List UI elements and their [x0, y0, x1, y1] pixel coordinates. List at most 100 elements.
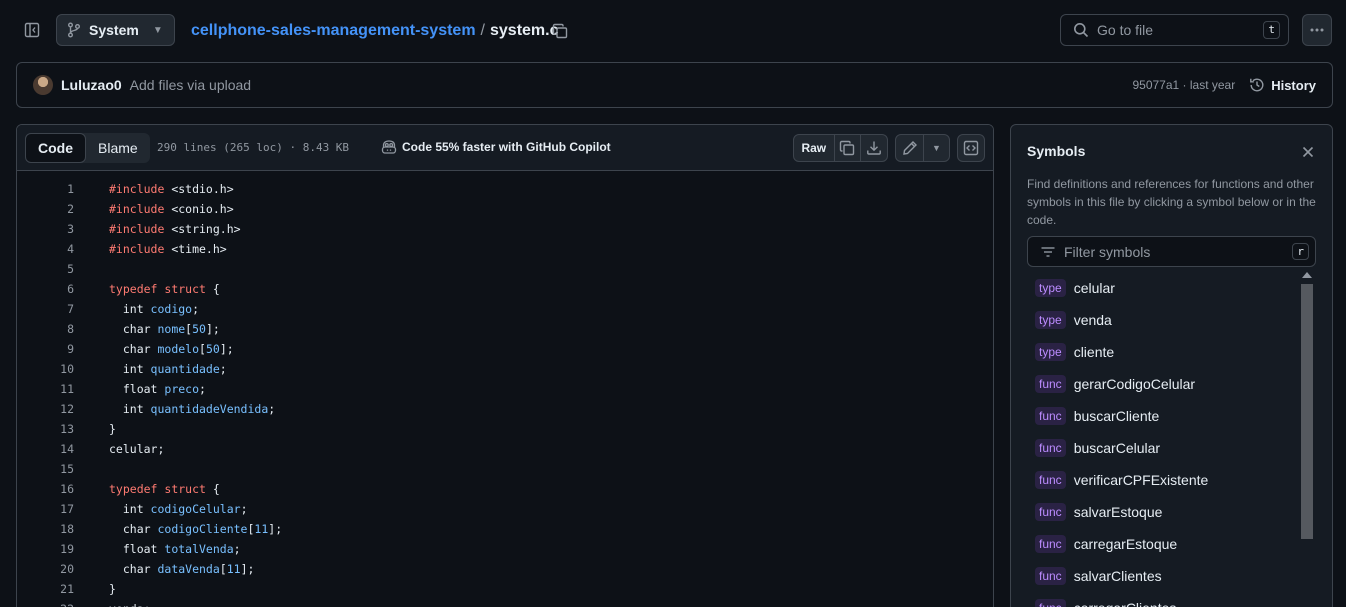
line-number[interactable]: 18: [17, 522, 74, 536]
line-number[interactable]: 12: [17, 402, 74, 416]
code-line[interactable]: 20 char dataVenda[11];: [17, 559, 993, 579]
copy-raw-button[interactable]: [833, 135, 861, 161]
code-token[interactable]: preco: [164, 382, 199, 396]
line-number[interactable]: 5: [17, 262, 74, 276]
code-token: ];: [219, 342, 234, 356]
line-number[interactable]: 6: [17, 282, 74, 296]
code-toolbar: Code Blame 290 lines (265 loc) · 8.43 KB…: [17, 125, 993, 171]
symbols-panel-toggle[interactable]: [957, 134, 985, 162]
code-line[interactable]: 8 char nome[50];: [17, 319, 993, 339]
more-options-button[interactable]: [1302, 14, 1332, 46]
line-number[interactable]: 2: [17, 202, 74, 216]
code-token: }: [109, 582, 116, 596]
line-number[interactable]: 15: [17, 462, 74, 476]
raw-button[interactable]: Raw: [794, 135, 834, 161]
code-line[interactable]: 16 typedef struct {: [17, 479, 993, 499]
avatar[interactable]: [33, 75, 53, 95]
symbol-item[interactable]: func carregarEstoque: [1027, 528, 1299, 560]
line-number[interactable]: 11: [17, 382, 74, 396]
symbol-item[interactable]: func verificarCPFExistente: [1027, 464, 1299, 496]
code-token[interactable]: codigoCelular: [151, 502, 241, 516]
code-line[interactable]: 1 #include <stdio.h>: [17, 179, 993, 199]
line-number[interactable]: 20: [17, 562, 74, 576]
commit-message-link[interactable]: Add files via upload: [130, 77, 251, 93]
code-line[interactable]: 14 celular;: [17, 439, 993, 459]
close-symbols-button[interactable]: [1297, 141, 1319, 163]
commit-hash-and-date[interactable]: 95077a1 · last year: [1132, 78, 1235, 92]
code-line[interactable]: 21}: [17, 579, 993, 599]
symbol-item[interactable]: type celular: [1027, 272, 1299, 304]
symbol-item[interactable]: func gerarCodigoCelular: [1027, 368, 1299, 400]
code-line[interactable]: 5: [17, 259, 993, 279]
code-line[interactable]: 19 float totalVenda;: [17, 539, 993, 559]
code-token[interactable]: codigoCliente: [157, 522, 247, 536]
line-number[interactable]: 1: [17, 182, 74, 196]
code-token[interactable]: quantidade: [151, 362, 220, 376]
code-line[interactable]: 2 #include <conio.h>: [17, 199, 993, 219]
copilot-promo-link[interactable]: Code 55% faster with GitHub Copilot: [381, 139, 611, 155]
symbol-item[interactable]: type cliente: [1027, 336, 1299, 368]
line-number[interactable]: 19: [17, 542, 74, 556]
line-number[interactable]: 16: [17, 482, 74, 496]
symbol-item[interactable]: type venda: [1027, 304, 1299, 336]
branch-selector-button[interactable]: System ▼: [56, 14, 175, 46]
code-token: }: [109, 422, 116, 436]
symbol-item[interactable]: func buscarCelular: [1027, 432, 1299, 464]
code-token[interactable]: dataVenda: [157, 562, 219, 576]
code-line[interactable]: 3 #include <string.h>: [17, 219, 993, 239]
go-to-file-input[interactable]: Go to file t: [1060, 14, 1289, 46]
code-line[interactable]: 17 int codigoCelular;: [17, 499, 993, 519]
code-token: ;: [192, 302, 200, 316]
line-number[interactable]: 17: [17, 502, 74, 516]
symbol-name: buscarCliente: [1073, 408, 1160, 424]
line-number[interactable]: 8: [17, 322, 74, 336]
code-token[interactable]: modelo: [157, 342, 199, 356]
line-number[interactable]: 21: [17, 582, 74, 596]
code-line[interactable]: 13}: [17, 419, 993, 439]
line-number[interactable]: 13: [17, 422, 74, 436]
code-line[interactable]: 6 typedef struct {: [17, 279, 993, 299]
code-line[interactable]: 4 #include <time.h>: [17, 239, 993, 259]
code-line[interactable]: 22 venda;: [17, 599, 993, 607]
commit-author-link[interactable]: Luluzao0: [61, 77, 122, 93]
symbols-scrollbar[interactable]: [1299, 270, 1315, 607]
symbol-item[interactable]: func carregarClientes: [1027, 592, 1299, 607]
code-token[interactable]: codigo: [151, 302, 193, 316]
symbol-item[interactable]: func buscarCliente: [1027, 400, 1299, 432]
symbol-kind-badge: func: [1035, 567, 1066, 585]
tab-blame[interactable]: Blame: [86, 133, 150, 163]
line-number[interactable]: 10: [17, 362, 74, 376]
code-line[interactable]: 10 int quantidade;: [17, 359, 993, 379]
line-number[interactable]: 14: [17, 442, 74, 456]
code-line[interactable]: 15: [17, 459, 993, 479]
code-token[interactable]: totalVenda: [164, 542, 233, 556]
breadcrumb-repo-link[interactable]: cellphone-sales-management-system: [191, 22, 476, 40]
line-number[interactable]: 3: [17, 222, 74, 236]
pencil-icon: [902, 141, 917, 155]
download-raw-button[interactable]: [860, 135, 887, 161]
line-number[interactable]: 7: [17, 302, 74, 316]
history-button[interactable]: History: [1249, 77, 1316, 93]
scrollbar-thumb[interactable]: [1301, 284, 1313, 539]
code-token: #include: [109, 242, 165, 256]
line-number[interactable]: 22: [17, 602, 74, 607]
code-line[interactable]: 11 float preco;: [17, 379, 993, 399]
copy-path-button[interactable]: [548, 19, 572, 43]
line-number[interactable]: 4: [17, 242, 74, 256]
scroll-up-arrow-icon[interactable]: [1302, 272, 1312, 278]
code-line[interactable]: 18 char codigoCliente[11];: [17, 519, 993, 539]
symbol-item[interactable]: func salvarEstoque: [1027, 496, 1299, 528]
edit-options-dropdown[interactable]: ▼: [923, 135, 949, 161]
branch-name: System: [89, 22, 139, 38]
edit-file-button[interactable]: [896, 135, 923, 161]
code-line[interactable]: 12 int quantidadeVendida;: [17, 399, 993, 419]
code-line[interactable]: 7 int codigo;: [17, 299, 993, 319]
code-token[interactable]: quantidadeVendida: [151, 402, 269, 416]
filter-symbols-input[interactable]: Filter symbols r: [1027, 236, 1316, 267]
line-number[interactable]: 9: [17, 342, 74, 356]
symbol-item[interactable]: func salvarClientes: [1027, 560, 1299, 592]
code-line[interactable]: 9 char modelo[50];: [17, 339, 993, 359]
code-token[interactable]: nome: [157, 322, 185, 336]
tab-code[interactable]: Code: [25, 133, 86, 163]
sidebar-toggle-button[interactable]: [16, 14, 48, 46]
